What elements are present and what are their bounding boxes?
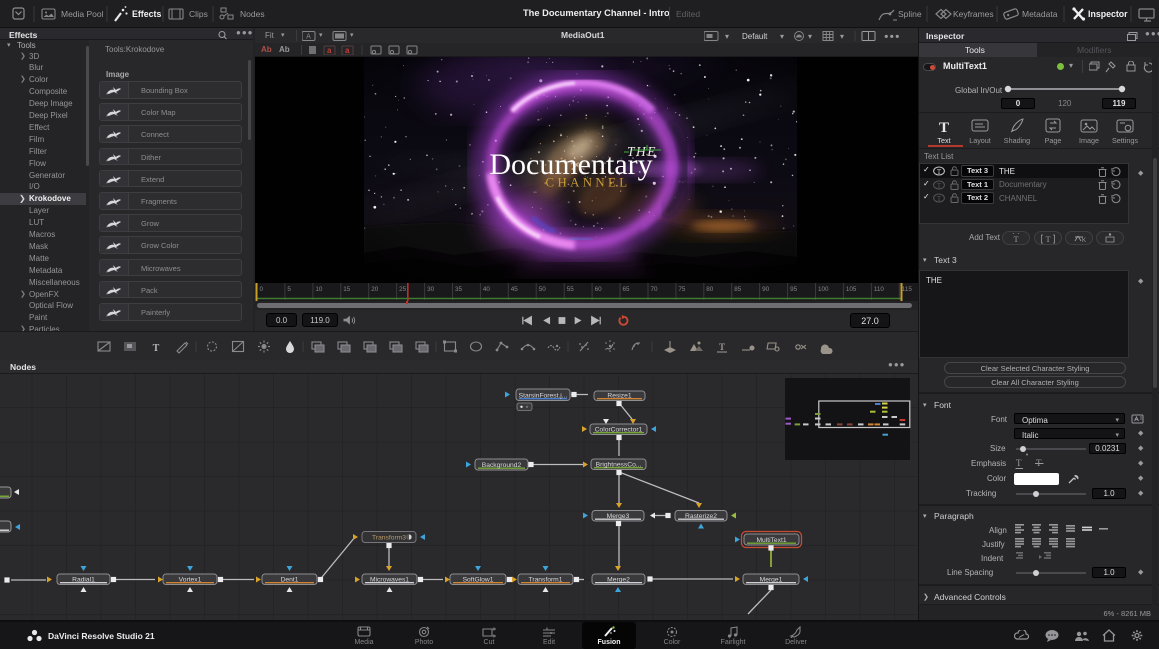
svg-text:30: 30 [427, 286, 435, 293]
svg-text:Radial1: Radial1 [72, 576, 95, 583]
svg-text:T: T [937, 195, 942, 203]
svg-text:100: 100 [818, 286, 829, 293]
svg-text:T: T [937, 168, 942, 176]
svg-text:35: 35 [455, 286, 463, 293]
svg-text:25: 25 [399, 286, 407, 293]
svg-text:Page: Page [1045, 136, 1062, 145]
svg-text:▾: ▾ [780, 32, 784, 41]
svg-text:▾: ▾ [840, 32, 844, 41]
svg-text:85: 85 [734, 286, 742, 293]
svg-text:55: 55 [567, 286, 575, 293]
svg-text:Vortex1: Vortex1 [179, 576, 202, 583]
svg-text:5: 5 [287, 286, 291, 293]
svg-text:T: T [719, 342, 725, 352]
svg-text:Settings: Settings [1112, 136, 1138, 145]
svg-text:T: T [1014, 235, 1019, 244]
svg-text:Merge2: Merge2 [607, 576, 630, 583]
svg-text:BrightnessCo...: BrightnessCo... [596, 461, 642, 468]
svg-text:20: 20 [371, 286, 379, 293]
svg-text:0: 0 [260, 286, 264, 293]
svg-text:▾: ▾ [808, 32, 812, 41]
svg-text:Default: Default [742, 32, 768, 41]
svg-text:K: K [1082, 238, 1086, 244]
svg-text:95: 95 [790, 286, 798, 293]
svg-text:Layout: Layout [969, 136, 991, 145]
svg-text:Background2: Background2 [482, 462, 522, 469]
svg-text:A: A [306, 34, 311, 41]
svg-text:T: T [1016, 458, 1022, 468]
svg-text:T: T [937, 182, 942, 190]
svg-text:Merge3: Merge3 [607, 513, 630, 520]
svg-text:▾: ▾ [725, 32, 729, 41]
svg-text:110: 110 [874, 286, 885, 293]
svg-text:Text: Text [937, 136, 950, 145]
svg-text:40: 40 [483, 286, 491, 293]
svg-text:105: 105 [846, 286, 857, 293]
svg-text:StarsinForest.j...: StarsinForest.j... [519, 392, 568, 399]
svg-text:80: 80 [706, 286, 714, 293]
svg-text:a: a [345, 46, 350, 55]
svg-text:MultiText1: MultiText1 [756, 537, 786, 544]
svg-text:115: 115 [902, 286, 913, 293]
svg-text:CHANNEL: CHANNEL [546, 176, 631, 190]
svg-text:65: 65 [623, 286, 631, 293]
svg-text:Resize1: Resize1 [607, 392, 631, 399]
svg-text:10: 10 [315, 286, 323, 293]
svg-text:90: 90 [762, 286, 770, 293]
svg-text:60: 60 [595, 286, 603, 293]
svg-text:T: T [1046, 235, 1051, 244]
svg-text:Merge1: Merge1 [760, 576, 783, 583]
svg-text:SoftGlow1: SoftGlow1 [463, 576, 494, 583]
svg-text:Transform1: Transform1 [529, 576, 563, 583]
svg-text:a: a [327, 46, 332, 55]
svg-text:15: 15 [343, 286, 351, 293]
svg-text:70: 70 [651, 286, 659, 293]
svg-text:50: 50 [539, 286, 547, 293]
svg-text:Shading: Shading [1004, 136, 1030, 145]
svg-text:T: T [939, 120, 949, 136]
svg-text:Image: Image [1079, 136, 1099, 145]
svg-text:ColorCorrector1: ColorCorrector1 [595, 426, 643, 433]
svg-text:Rasterize2: Rasterize2 [685, 513, 717, 520]
svg-text:75: 75 [678, 286, 686, 293]
svg-text:●●●: ●●● [884, 32, 901, 41]
svg-text:Microwaves1: Microwaves1 [370, 576, 409, 583]
svg-text:Dent1: Dent1 [281, 576, 299, 583]
svg-text:Transform3: Transform3 [372, 534, 406, 541]
svg-text:T: T [153, 343, 160, 354]
svg-text:45: 45 [511, 286, 519, 293]
